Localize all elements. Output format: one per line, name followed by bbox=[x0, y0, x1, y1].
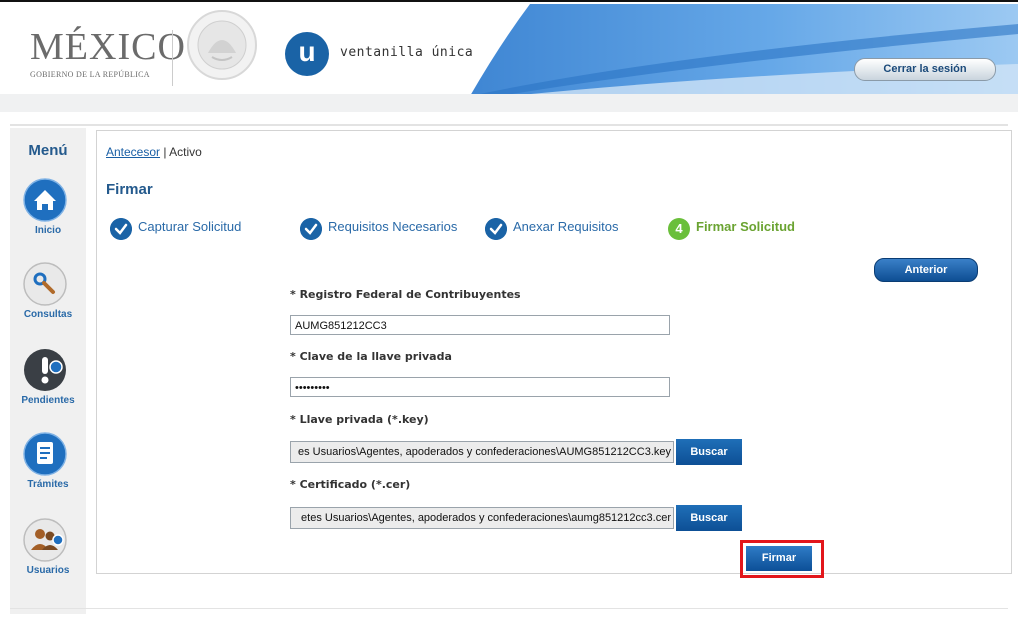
llave-privada-label: * Llave privada (*.key) bbox=[290, 413, 429, 426]
private-key-file-field[interactable]: es Usuarios\Agentes, apoderados y confed… bbox=[290, 441, 674, 463]
rfc-field[interactable]: AUMG851212CC3 bbox=[290, 315, 670, 335]
header-banner bbox=[470, 4, 1018, 96]
document-icon bbox=[23, 432, 67, 476]
sidebar-title: Menú bbox=[28, 142, 68, 159]
breadcrumb: Antecesor | Activo bbox=[106, 145, 202, 159]
sidebar-item-pendientes[interactable]: Pendientes bbox=[10, 348, 86, 424]
national-seal-icon bbox=[187, 10, 257, 80]
users-icon bbox=[23, 518, 67, 562]
sidebar-item-usuarios[interactable]: Usuarios bbox=[10, 518, 86, 594]
sidebar-item-label: Inicio bbox=[34, 225, 62, 236]
certificado-label: * Certificado (*.cer) bbox=[290, 478, 411, 491]
home-icon bbox=[23, 178, 67, 222]
sidebar: Menú Inicio Consultas Pendientes Trámite… bbox=[10, 128, 86, 614]
logout-button[interactable]: Cerrar la sesión bbox=[854, 58, 996, 81]
buscar-cer-button[interactable]: Buscar bbox=[676, 505, 742, 531]
exclamation-icon bbox=[24, 349, 66, 391]
logo-main-text: MÉXICO bbox=[30, 26, 186, 68]
firmar-button[interactable]: Firmar bbox=[746, 546, 812, 571]
sidebar-item-label: Consultas bbox=[23, 309, 73, 320]
logo-sub-text: GOBIERNO DE LA REPÚBLICA bbox=[30, 70, 150, 79]
private-key-password-field[interactable]: ••••••••• bbox=[290, 377, 670, 397]
vu-logo-icon: u bbox=[285, 32, 329, 76]
sidebar-item-label: Pendientes bbox=[21, 395, 75, 406]
vu-logo-text: ventanilla única bbox=[340, 45, 474, 60]
check-circle-icon bbox=[485, 218, 507, 240]
sidebar-item-inicio[interactable]: Inicio bbox=[10, 178, 86, 254]
breadcrumb-link-antecesor[interactable]: Antecesor bbox=[106, 145, 160, 159]
page-title: Firmar bbox=[106, 181, 153, 198]
page-bottom-line bbox=[10, 608, 1008, 609]
breadcrumb-current: Activo bbox=[169, 145, 202, 159]
check-circle-icon bbox=[300, 218, 322, 240]
sidebar-item-label: Usuarios bbox=[26, 565, 70, 576]
step-number-icon: 4 bbox=[668, 218, 690, 240]
logo-divider bbox=[172, 30, 173, 86]
check-circle-icon bbox=[110, 218, 132, 240]
binoculars-icon bbox=[23, 262, 67, 306]
rfc-label: * Registro Federal de Contribuyentes bbox=[290, 288, 521, 301]
step-label: Capturar Solicitud bbox=[138, 219, 242, 234]
site-header: MÉXICO GOBIERNO DE LA REPÚBLICA u ventan… bbox=[0, 2, 1018, 100]
buscar-key-button[interactable]: Buscar bbox=[676, 439, 742, 465]
certificate-file-field[interactable]: etes Usuarios\Agentes, apoderados y conf… bbox=[290, 507, 674, 529]
step-label: Requisitos Necesarios bbox=[328, 219, 458, 234]
clave-label: * Clave de la llave privada bbox=[290, 350, 452, 363]
step-label: Firmar Solicitud bbox=[696, 219, 795, 234]
sidebar-item-tramites[interactable]: Trámites bbox=[10, 432, 86, 508]
breadcrumb-separator: | bbox=[163, 145, 167, 159]
sidebar-item-consultas[interactable]: Consultas bbox=[10, 262, 86, 338]
header-band bbox=[0, 94, 1018, 112]
step-label: Anexar Requisitos bbox=[513, 219, 619, 234]
sidebar-item-label: Trámites bbox=[27, 479, 69, 490]
gobierno-mexico-logo: MÉXICO GOBIERNO DE LA REPÚBLICA bbox=[30, 28, 186, 79]
anterior-button[interactable]: Anterior bbox=[874, 258, 978, 282]
